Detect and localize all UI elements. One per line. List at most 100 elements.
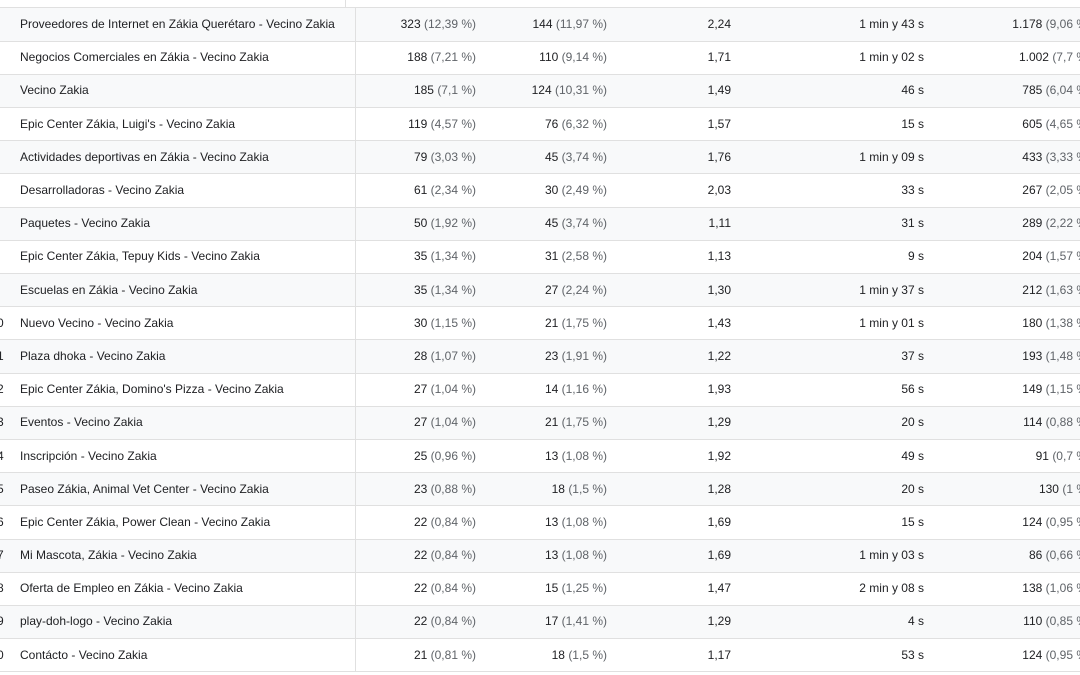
row-index: 0 <box>0 638 10 673</box>
engagement-time-value: 1 min y 43 s <box>859 16 924 31</box>
table-row[interactable]: 6 Epic Center Zákia, Power Clean - Vecino… <box>0 505 1080 540</box>
page-title-cell[interactable]: Desarrolladoras - Vecino Zakia <box>10 173 356 208</box>
views-per-user-cell: 2,24 <box>607 8 731 42</box>
table-row[interactable]: Epic Center Zákia, Tepuy Kids - Vecino Z… <box>0 240 1080 275</box>
event-count-value: 433 <box>1022 149 1043 164</box>
event-count-percent: (1,15 %) <box>1045 382 1080 397</box>
users-cell: 27 (2,24 %) <box>476 273 607 308</box>
event-count-value: 785 <box>1022 83 1043 98</box>
page-title-cell[interactable]: Contácto - Vecino Zakia <box>10 638 356 673</box>
page-title-label: Epic Center Zákia, Tepuy Kids - Vecino Z… <box>20 249 260 264</box>
page-title-cell[interactable]: Epic Center Zákia, Domino's Pizza - Veci… <box>10 373 356 407</box>
views-per-user-value: 1,29 <box>707 415 731 430</box>
row-index <box>0 273 10 308</box>
event-count-cell: 149 (1,15 %) <box>924 373 1080 407</box>
engagement-time-cell: 1 min y 43 s <box>731 8 924 42</box>
views-cell: 27 (1,04 %) <box>355 373 476 407</box>
engagement-time-value: 46 s <box>901 83 924 98</box>
page-title-cell[interactable]: Epic Center Zákia, Tepuy Kids - Vecino Z… <box>10 240 356 275</box>
page-title-label: Escuelas en Zákia - Vecino Zakia <box>20 282 198 297</box>
table-row[interactable]: 8 Oferta de Empleo en Zákia - Vecino Zaki… <box>0 572 1080 606</box>
engagement-time-value: 1 min y 03 s <box>859 548 924 563</box>
event-count-value: 110 <box>1023 614 1043 629</box>
page-title-label: Eventos - Vecino Zakia <box>20 415 143 430</box>
views-per-user-value: 1,43 <box>707 315 731 330</box>
table-row[interactable]: 1Plaza dhoka - Vecino Zakia28 (1,07 %)23… <box>0 339 1080 374</box>
page-title-cell[interactable]: Vecino Zakia <box>10 74 356 109</box>
page-title-cell[interactable]: Nuevo Vecino - Vecino Zakia <box>10 306 356 341</box>
event-count-value: 124 <box>1022 647 1043 662</box>
views-per-user-value: 2,24 <box>707 16 731 31</box>
table-row[interactable]: Escuelas en Zákia - Vecino Zakia 35 (1,34… <box>0 273 1080 308</box>
page-title-cell[interactable]: Oferta de Empleo en Zákia - Vecino Zakia <box>10 572 356 606</box>
engagement-time-cell: 1 min y 09 s <box>731 140 924 175</box>
table-row[interactable]: Paquetes - Vecino Zakia 50 (1,92 %) 45 (3,… <box>0 207 1080 241</box>
engagement-time-cell: 31 s <box>731 207 924 241</box>
engagement-time-cell: 1 min y 02 s <box>731 41 924 75</box>
engagement-time-value: 1 min y 01 s <box>859 315 924 330</box>
views-per-user-value: 1,76 <box>707 149 731 164</box>
page-title-cell[interactable]: play-doh-logo - Vecino Zakia <box>10 605 356 640</box>
table-row[interactable]: Epic Center Zákia, Luigi's - Vecino Zaki… <box>0 107 1080 142</box>
table-row[interactable]: 0Nuevo Vecino - Vecino Zakia30 (1,15 %)2… <box>0 306 1080 341</box>
views-value: 21 <box>413 647 428 662</box>
table-row[interactable]: 0Contácto - Vecino Zakia21 (0,81 %)18 (1… <box>0 638 1080 673</box>
page-title-cell[interactable]: Eventos - Vecino Zakia <box>10 406 356 440</box>
table-row[interactable]: Vecino Zakia 185 (7,1 %) 124 (10,31 %) 1,49… <box>0 74 1080 109</box>
table-row[interactable]: 3Eventos - Vecino Zakia27 (1,04 %)21 (1,… <box>0 406 1080 440</box>
views-cell: 21 (0,81 %) <box>355 638 476 673</box>
views-per-user-value: 1,22 <box>707 348 731 363</box>
users-percent: (1,25 %) <box>561 581 607 596</box>
page-title-cell[interactable]: Proveedores de Internet en Zákia Queréta… <box>10 8 356 42</box>
page-title-cell[interactable]: Paseo Zákia, Animal Vet Center - Vecino … <box>10 472 356 507</box>
table-row[interactable]: 4Inscripción - Vecino Zakia25 (0,96 %)13… <box>0 439 1080 474</box>
page-title-cell[interactable]: Negocios Comerciales en Zákia - Vecino Z… <box>10 41 356 75</box>
views-cell: 61 (2,34 %) <box>355 173 476 208</box>
page-title-cell[interactable]: Mi Mascota, Zákia - Vecino Zakia <box>10 539 356 573</box>
event-count-cell: 124 (0,95 %) <box>924 638 1080 673</box>
views-value: 35 <box>413 282 428 297</box>
table-row[interactable]: 2 Epic Center Zákia, Domino's Pizza - Vec… <box>0 373 1080 407</box>
users-percent: (3,74 %) <box>561 149 607 164</box>
engagement-time-cell: 20 s <box>731 406 924 440</box>
event-count-percent: (1 %) <box>1062 481 1080 496</box>
event-count-cell: 180 (1,38 %) <box>924 306 1080 341</box>
views-cell: 79 (3,03 %) <box>355 140 476 175</box>
table-row[interactable]: 9 play-doh-logo - Vecino Zakia 22 (0,84 %)… <box>0 605 1080 640</box>
event-count-cell: 433 (3,33 %) <box>924 140 1080 175</box>
page-title-cell[interactable]: Escuelas en Zákia - Vecino Zakia <box>10 273 356 308</box>
users-value: 18 <box>551 647 565 662</box>
page-title-cell[interactable]: Inscripción - Vecino Zakia <box>10 439 356 474</box>
table-row[interactable]: Desarrolladoras - Vecino Zakia 61 (2,34 %… <box>0 173 1080 208</box>
users-cell: 76 (6,32 %) <box>476 107 607 142</box>
page-title-cell[interactable]: Paquetes - Vecino Zakia <box>10 207 356 241</box>
users-value: 30 <box>544 183 559 198</box>
engagement-time-value: 20 s <box>901 415 924 430</box>
views-cell: 30 (1,15 %) <box>355 306 476 341</box>
page-title-cell[interactable]: Epic Center Zákia, Power Clean - Vecino … <box>10 505 356 540</box>
views-per-user-value: 1,49 <box>707 83 731 98</box>
event-count-cell: 289 (2,22 %) <box>924 207 1080 241</box>
page-title-label: Epic Center Zákia, Luigi's - Vecino Zaki… <box>20 116 236 131</box>
engagement-time-cell: 9 s <box>731 240 924 275</box>
views-value: 22 <box>413 548 428 563</box>
table-row[interactable]: Proveedores de Internet en Zákia Queréta… <box>0 8 1080 42</box>
event-count-percent: (0,85 %) <box>1045 614 1080 629</box>
row-index-label: 1 <box>0 349 4 364</box>
event-count-percent: (1,38 %) <box>1045 315 1080 330</box>
views-cell: 27 (1,04 %) <box>355 406 476 440</box>
row-index-label: 4 <box>0 449 4 464</box>
table-row[interactable]: 7 Mi Mascota, Zákia - Vecino Zakia 22 (0,8… <box>0 539 1080 573</box>
page-title-cell[interactable]: Actividades deportivas en Zákia - Vecino… <box>10 140 356 175</box>
event-count-cell: 605 (4,65 %) <box>924 107 1080 142</box>
views-per-user-cell: 1,29 <box>607 605 731 640</box>
page-title-cell[interactable]: Plaza dhoka - Vecino Zakia <box>10 339 356 374</box>
event-count-cell: 1.178 (9,06 %) <box>924 8 1080 42</box>
event-count-cell: 91 (0,7 %) <box>924 439 1080 474</box>
table-row[interactable]: 5 Paseo Zákia, Animal Vet Center - Vecino… <box>0 472 1080 507</box>
users-value: 21 <box>544 315 559 330</box>
table-row[interactable]: Actividades deportivas en Zákia - Vecino… <box>0 140 1080 175</box>
table-row[interactable]: Negocios Comerciales en Zákia - Vecino Z… <box>0 41 1080 75</box>
views-value: 27 <box>413 415 428 430</box>
page-title-cell[interactable]: Epic Center Zákia, Luigi's - Vecino Zaki… <box>10 107 356 142</box>
